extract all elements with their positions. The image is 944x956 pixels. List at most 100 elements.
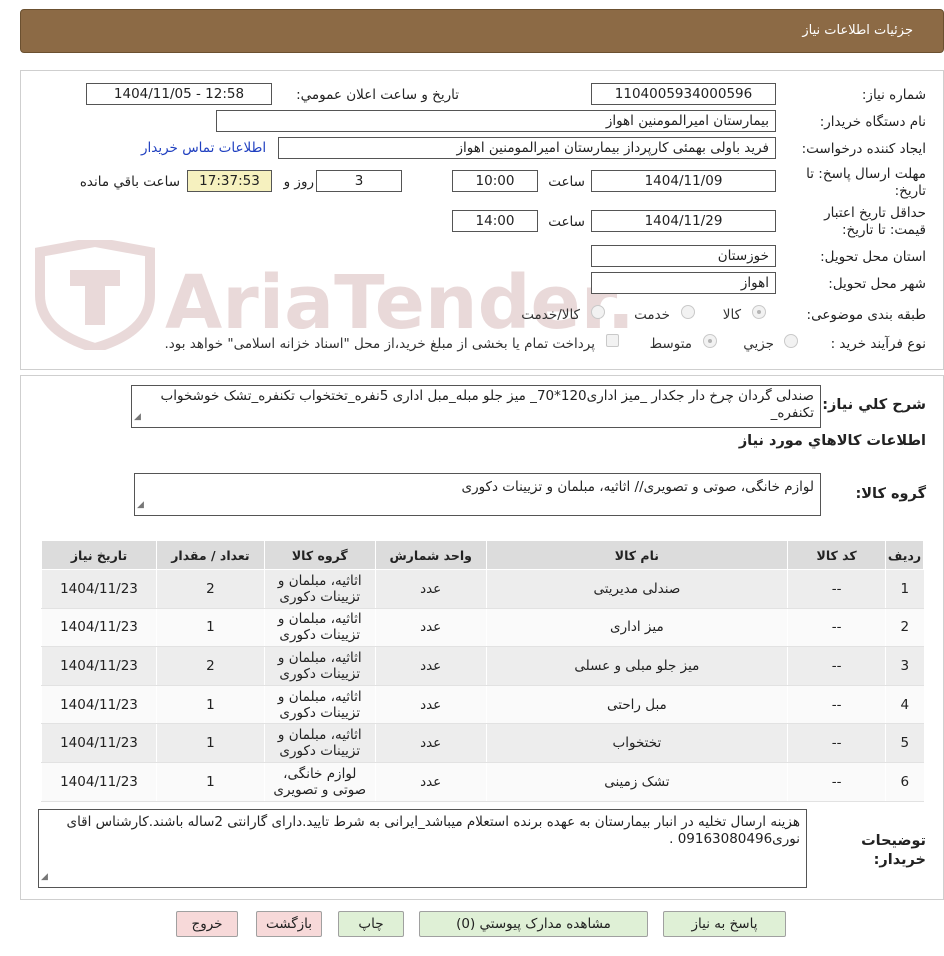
cell-quantity: 1: [155, 608, 265, 648]
col-header-unit: واحد شمارش: [374, 540, 487, 570]
city-field: اهواز: [591, 272, 776, 294]
col-header-name: نام کالا: [485, 540, 789, 570]
cell-code: --: [787, 608, 886, 648]
table-row: 1 -- صندلی مدیریتی عدد اثاثیه، مبلمان و …: [41, 569, 924, 609]
cell-unit: عدد: [374, 723, 487, 763]
cell-name: صندلی مدیریتی: [485, 569, 788, 609]
cell-group: اثاثیه، مبلمان و تزیینات دکوری: [263, 608, 376, 648]
cell-code: --: [787, 569, 886, 609]
cell-unit: عدد: [374, 646, 487, 686]
remaining-time-label: ساعت باقي مانده: [79, 174, 180, 190]
cell-unit: عدد: [374, 569, 487, 609]
goods-info-title: اطلاعات کالاهاي مورد نياز: [738, 433, 926, 449]
buyer-contact-link[interactable]: اطلاعات تماس خريدار: [141, 140, 266, 156]
validity-time-field: 14:00: [452, 210, 538, 232]
cell-date: 1404/11/23: [41, 646, 157, 686]
need-number-field: 1104005934000596: [591, 83, 776, 105]
category-option-service: خدمت: [634, 307, 670, 323]
table-row: 3 -- میز جلو مبلی و عسلی عدد اثاثیه، مبل…: [41, 646, 924, 686]
table-row: 6 -- تشک زمینی عدد لوازم خانگی، صوتی و ت…: [41, 762, 924, 802]
cell-group: اثاثیه، مبلمان و تزیینات دکوری: [263, 569, 376, 609]
validity-time-label: ساعت: [548, 214, 585, 230]
need-number-label: شماره نیاز:: [861, 87, 926, 103]
cell-name: میز اداری: [485, 608, 788, 648]
cell-date: 1404/11/23: [41, 569, 157, 609]
treasury-payment-checkbox[interactable]: [606, 334, 619, 347]
cell-code: --: [787, 762, 886, 802]
exit-button[interactable]: خروج: [176, 911, 238, 937]
buyer-notes-label: توضيحات خريدار:: [861, 833, 926, 868]
col-header-group: گروه کالا: [263, 540, 376, 570]
buyer-notes-textarea[interactable]: هزینه ارسال تخلیه در انبار بیمارستان به …: [38, 809, 807, 888]
deadline-time-label: ساعت: [548, 174, 585, 190]
requester-field: فريد باولی بهمئی کارپرداز بيمارستان امير…: [278, 137, 776, 159]
cell-row-number: 5: [885, 723, 924, 763]
category-radio-goods[interactable]: [752, 305, 766, 319]
table-row: 4 -- مبل راحتی عدد اثاثیه، مبلمان و تزیی…: [41, 685, 924, 725]
deadline-time-field: 10:00: [452, 170, 538, 192]
cell-quantity: 2: [155, 569, 265, 609]
category-label: طبقه بندی موضوعی:: [806, 307, 926, 323]
resize-grip-icon[interactable]: ◢: [137, 497, 144, 514]
category-radio-goods-service[interactable]: [591, 305, 605, 319]
cell-date: 1404/11/23: [41, 723, 157, 763]
back-button[interactable]: بازگشت: [256, 911, 322, 937]
col-header-date: تاريخ نياز: [41, 540, 157, 570]
cell-code: --: [787, 685, 886, 725]
table-row: 5 -- تختخواب عدد اثاثیه، مبلمان و تزیینا…: [41, 723, 924, 763]
category-option-goods: کالا: [722, 307, 741, 323]
cell-unit: عدد: [374, 762, 487, 802]
resize-grip-icon[interactable]: ◢: [134, 409, 141, 426]
table-header-row: رديف کد کالا نام کالا واحد شمارش گروه کا…: [41, 540, 924, 570]
resize-grip-icon[interactable]: ◢: [41, 869, 48, 886]
reply-button[interactable]: پاسخ به نياز: [663, 911, 786, 937]
deadline-date-field: 1404/11/09: [591, 170, 776, 192]
cell-group: اثاثیه، مبلمان و تزیینات دکوری: [263, 723, 376, 763]
remaining-time-field: 17:37:53: [187, 170, 272, 192]
process-option-minor: جزيي: [743, 336, 774, 352]
col-header-quantity: تعداد / مقدار: [155, 540, 265, 570]
summary-textarea[interactable]: صندلی گردان چرخ دار جکدار _میز اداری120*…: [131, 385, 821, 428]
cell-row-number: 6: [885, 762, 924, 802]
page-title: جزئیات اطلاعات نیاز: [802, 23, 913, 38]
treasury-payment-note: پرداخت تمام يا بخشی از مبلغ خريد،از محل …: [164, 336, 595, 352]
validity-label: حداقل تاريخ اعتبار قيمت: تا تاريخ:: [824, 205, 926, 238]
cell-code: --: [787, 646, 886, 686]
cell-quantity: 1: [155, 685, 265, 725]
cell-code: --: [787, 723, 886, 763]
category-radio-service[interactable]: [681, 305, 695, 319]
cell-quantity: 1: [155, 723, 265, 763]
cell-row-number: 4: [885, 685, 924, 725]
page-header: جزئیات اطلاعات نیاز: [20, 9, 944, 53]
print-button[interactable]: چاپ: [338, 911, 404, 937]
goods-group-textarea[interactable]: لوازم خانگی، صوتی و تصویری// اثاثیه، مبل…: [134, 473, 821, 516]
cell-unit: عدد: [374, 685, 487, 725]
cell-row-number: 3: [885, 646, 924, 686]
summary-label: شرح کلي نياز:: [822, 397, 926, 413]
cell-name: تختخواب: [485, 723, 788, 763]
announce-label: تاریخ و ساعت اعلان عمومي:: [296, 87, 459, 103]
goods-table: رديف کد کالا نام کالا واحد شمارش گروه کا…: [41, 540, 924, 802]
col-header-row-number: رديف: [885, 540, 924, 570]
buyer-org-label: نام دستگاه خريدار:: [819, 114, 926, 130]
table-row: 2 -- میز اداری عدد اثاثیه، مبلمان و تزیی…: [41, 608, 924, 648]
cell-row-number: 2: [885, 608, 924, 648]
cell-quantity: 1: [155, 762, 265, 802]
buyer-notes-text: هزینه ارسال تخلیه در انبار بیمارستان به …: [66, 814, 801, 847]
cell-date: 1404/11/23: [41, 762, 157, 802]
deadline-label: مهلت ارسال پاسخ: تا تاريخ:: [806, 166, 926, 199]
summary-text: صندلی گردان چرخ دار جکدار _میز اداری120*…: [160, 388, 814, 421]
cell-name: تشک زمینی: [485, 762, 788, 802]
goods-group-text: لوازم خانگی، صوتی و تصویری// اثاثیه، مبل…: [461, 479, 815, 495]
cell-date: 1404/11/23: [41, 608, 157, 648]
buyer-org-field: بيمارستان اميرالمومنين اهواز: [216, 110, 776, 132]
process-radio-medium[interactable]: [703, 334, 717, 348]
cell-group: اثاثیه، مبلمان و تزیینات دکوری: [263, 685, 376, 725]
days-remaining-field: 3: [316, 170, 402, 192]
province-label: استان محل تحويل:: [820, 249, 926, 265]
view-attachments-button[interactable]: مشاهده مدارک پيوستي (0): [419, 911, 648, 937]
requester-label: ايجاد کننده درخواست:: [801, 141, 926, 157]
goods-group-label: گروه کالا:: [855, 486, 926, 502]
process-radio-minor[interactable]: [784, 334, 798, 348]
cell-row-number: 1: [885, 569, 924, 609]
